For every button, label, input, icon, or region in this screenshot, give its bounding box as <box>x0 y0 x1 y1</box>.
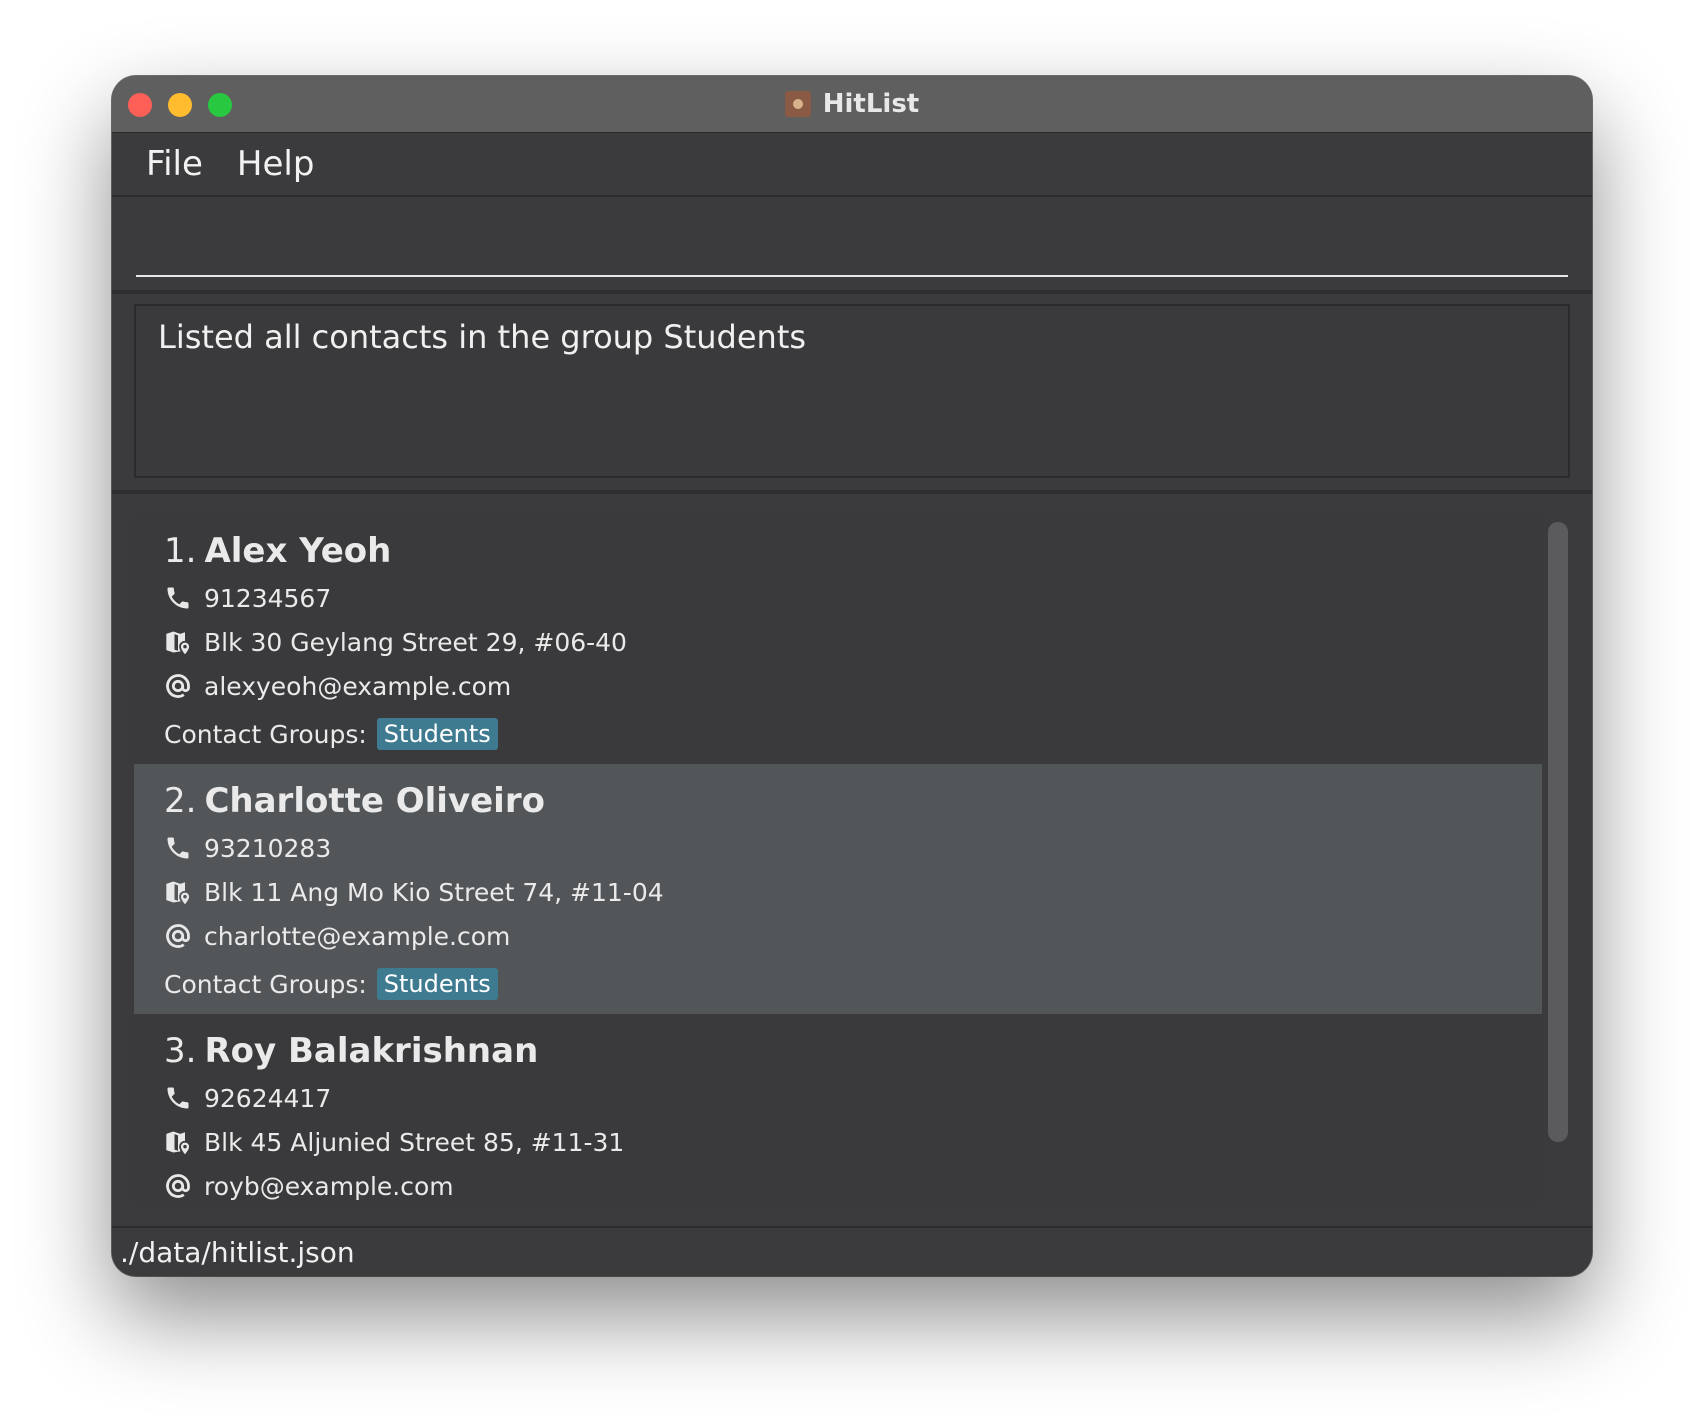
contact-email: charlotte@example.com <box>164 914 1512 958</box>
phone-icon <box>164 584 192 612</box>
divider <box>112 290 1592 294</box>
contact-list[interactable]: 1. Alex Yeoh 91234567 Blk 30 Geylang Str… <box>134 514 1542 1202</box>
divider <box>112 490 1592 494</box>
groups-label: Contact Groups: <box>164 969 367 999</box>
contact-groups: Contact Groups: Students <box>164 958 1512 1010</box>
contact-card[interactable]: 1. Alex Yeoh 91234567 Blk 30 Geylang Str… <box>134 514 1542 764</box>
contact-email: alexyeoh@example.com <box>164 664 1512 708</box>
title-bar[interactable]: HitList <box>112 76 1592 133</box>
app-window: HitList File Help Listed all contacts in… <box>112 76 1592 1276</box>
contact-address: Blk 45 Aljunied Street 85, #11-31 <box>164 1120 1512 1164</box>
contact-header: 1. Alex Yeoh <box>164 526 1512 576</box>
contact-card-selected[interactable]: 2. Charlotte Oliveiro 93210283 Blk 11 An… <box>134 764 1542 1014</box>
at-icon <box>164 1172 192 1200</box>
window-title-group: HitList <box>112 76 1592 132</box>
contact-name: Alex Yeoh <box>204 531 392 571</box>
file-path: ./data/hitlist.json <box>120 1235 355 1269</box>
contact-index: 1. <box>164 531 197 571</box>
contact-email: royb@example.com <box>164 1164 1512 1202</box>
phone-icon <box>164 834 192 862</box>
result-message: Listed all contacts in the group Student… <box>158 318 807 356</box>
menu-file[interactable]: File <box>146 144 203 184</box>
email-text: alexyeoh@example.com <box>204 671 512 701</box>
result-display: Listed all contacts in the group Student… <box>134 304 1570 478</box>
phone-number: 92624417 <box>204 1083 332 1113</box>
contact-phone: 93210283 <box>164 826 1512 870</box>
contact-index: 3. <box>164 1031 197 1071</box>
contact-card[interactable]: 3. Roy Balakrishnan 92624417 Blk 45 Alju… <box>134 1014 1542 1202</box>
phone-icon <box>164 1084 192 1112</box>
contact-name: Roy Balakrishnan <box>204 1031 539 1071</box>
contact-name: Charlotte Oliveiro <box>204 781 545 821</box>
contact-phone: 92624417 <box>164 1076 1512 1120</box>
contact-header: 2. Charlotte Oliveiro <box>164 776 1512 826</box>
window-title: HitList <box>822 89 920 119</box>
contact-phone: 91234567 <box>164 576 1512 620</box>
list-scrollbar[interactable] <box>1548 522 1568 1142</box>
menu-help[interactable]: Help <box>237 144 315 184</box>
contact-header: 3. Roy Balakrishnan <box>164 1026 1512 1076</box>
map-icon <box>164 878 192 906</box>
command-box <box>112 199 1592 289</box>
groups-label: Contact Groups: <box>164 719 367 749</box>
group-tag: Students <box>376 718 498 750</box>
command-input[interactable] <box>136 219 1568 277</box>
group-tag: Students <box>376 968 498 1000</box>
phone-number: 91234567 <box>204 583 332 613</box>
contact-address: Blk 30 Geylang Street 29, #06-40 <box>164 620 1512 664</box>
email-text: royb@example.com <box>204 1171 454 1201</box>
app-icon <box>784 91 811 117</box>
map-icon <box>164 628 192 656</box>
contact-address: Blk 11 Ang Mo Kio Street 74, #11-04 <box>164 870 1512 914</box>
contact-groups: Contact Groups: Students <box>164 708 1512 760</box>
address-text: Blk 30 Geylang Street 29, #06-40 <box>204 627 627 657</box>
contact-index: 2. <box>164 781 197 821</box>
at-icon <box>164 672 192 700</box>
status-bar: ./data/hitlist.json <box>112 1226 1592 1276</box>
at-icon <box>164 922 192 950</box>
email-text: charlotte@example.com <box>204 921 511 951</box>
map-icon <box>164 1128 192 1156</box>
menu-bar: File Help <box>112 133 1592 197</box>
phone-number: 93210283 <box>204 833 332 863</box>
address-text: Blk 11 Ang Mo Kio Street 74, #11-04 <box>204 877 664 907</box>
address-text: Blk 45 Aljunied Street 85, #11-31 <box>204 1127 625 1157</box>
